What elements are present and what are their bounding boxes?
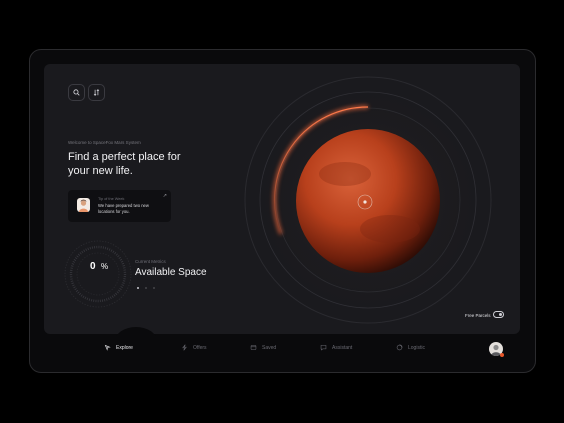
metric-gauge — [64, 240, 132, 308]
tab-label: Saved — [262, 344, 277, 351]
tip-card[interactable]: Tip of the Week We have prepared two new… — [68, 190, 171, 222]
mars-visual — [243, 75, 493, 325]
tab-label: Logistic — [408, 344, 425, 351]
avatar — [77, 198, 90, 212]
tip-title: Tip of the Week — [98, 197, 125, 201]
arrow-up-right-icon[interactable]: ↗ — [163, 193, 167, 199]
tab-explore[interactable]: Explore — [104, 344, 133, 351]
filter-button[interactable] — [88, 84, 105, 101]
explore-icon — [104, 344, 111, 351]
tab-offers[interactable]: Offers — [181, 344, 207, 351]
free-parcels-label: Free Parcels — [465, 313, 491, 318]
tip-text: We have prepared two new locations for y… — [98, 203, 149, 214]
saved-icon — [250, 345, 257, 350]
tab-label: Assistant — [332, 344, 353, 351]
metric-label: Current Metrics — [135, 259, 166, 264]
metric-value: 0 — [90, 261, 96, 272]
pagination-dot[interactable] — [153, 287, 155, 289]
pagination-dot[interactable] — [137, 287, 139, 289]
mars-surface-detail — [360, 215, 420, 243]
mars-planet — [296, 129, 440, 273]
metric-title: Available Space — [135, 267, 207, 278]
mars-surface-detail — [319, 162, 371, 186]
welcome-text: Welcome to SpaceFox Mars System — [68, 140, 141, 145]
tab-label: Explore — [116, 344, 133, 351]
free-parcels-toggle[interactable] — [493, 311, 504, 318]
chat-icon — [320, 345, 327, 351]
bolt-icon — [182, 344, 187, 351]
tab-logistic[interactable]: Logistic — [396, 344, 425, 351]
metric-unit: % — [101, 262, 109, 271]
tab-saved[interactable]: Saved — [250, 344, 276, 351]
search-icon — [73, 89, 80, 96]
page-title: Find a perfect place for your new life. — [68, 151, 181, 177]
location-marker-dot — [363, 200, 367, 204]
filter-icon — [93, 89, 100, 96]
search-button[interactable] — [68, 84, 85, 101]
pagination-dots — [137, 287, 155, 289]
logistic-icon — [396, 344, 403, 351]
tab-label: Offers — [193, 344, 207, 351]
tab-assistant[interactable]: Assistant — [320, 344, 352, 351]
notification-dot — [500, 353, 504, 357]
pagination-dot[interactable] — [145, 287, 147, 289]
